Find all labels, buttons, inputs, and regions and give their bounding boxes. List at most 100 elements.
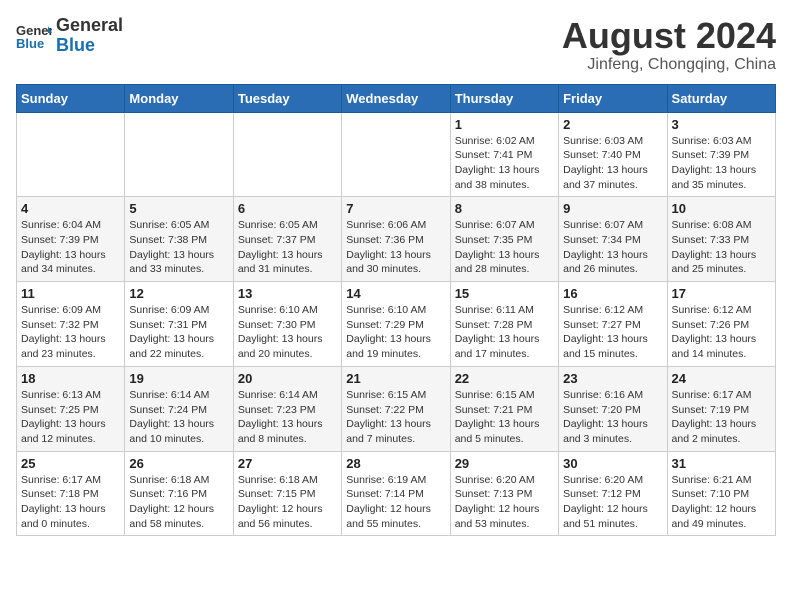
calendar-table: SundayMondayTuesdayWednesdayThursdayFrid… [16, 84, 776, 537]
calendar-subtitle: Jinfeng, Chongqing, China [562, 56, 776, 74]
day-number: 20 [238, 371, 337, 386]
day-number: 10 [672, 201, 771, 216]
day-number: 22 [455, 371, 554, 386]
day-number: 28 [346, 456, 445, 471]
day-number: 4 [21, 201, 120, 216]
day-info: Sunrise: 6:10 AM Sunset: 7:29 PM Dayligh… [346, 303, 445, 362]
day-info: Sunrise: 6:04 AM Sunset: 7:39 PM Dayligh… [21, 218, 120, 277]
calendar-cell: 30 Sunrise: 6:20 AM Sunset: 7:12 PM Dayli… [559, 451, 667, 536]
calendar-cell: 13 Sunrise: 6:10 AM Sunset: 7:30 PM Dayli… [233, 282, 341, 367]
day-number: 31 [672, 456, 771, 471]
day-number: 1 [455, 117, 554, 132]
calendar-cell: 7 Sunrise: 6:06 AM Sunset: 7:36 PM Daylig… [342, 197, 450, 282]
title-area: August 2024 Jinfeng, Chongqing, China [562, 16, 776, 74]
calendar-cell: 12Sunrise: 6:09 AM Sunset: 7:31 PM Dayli… [125, 282, 233, 367]
day-info: Sunrise: 6:21 AM Sunset: 7:10 PM Dayligh… [672, 473, 771, 532]
calendar-cell: 4 Sunrise: 6:04 AM Sunset: 7:39 PM Daylig… [17, 197, 125, 282]
day-number: 27 [238, 456, 337, 471]
logo-general-text: General [56, 15, 123, 35]
calendar-cell: 24 Sunrise: 6:17 AM Sunset: 7:19 PM Dayli… [667, 366, 775, 451]
day-number: 30 [563, 456, 662, 471]
calendar-cell [233, 112, 341, 197]
day-number: 23 [563, 371, 662, 386]
logo-icon: General Blue [16, 21, 52, 51]
day-info: Sunrise: 6:18 AM Sunset: 7:15 PM Dayligh… [238, 473, 337, 532]
week-row-4: 18Sunrise: 6:13 AM Sunset: 7:25 PM Dayli… [17, 366, 776, 451]
day-info: Sunrise: 6:15 AM Sunset: 7:22 PM Dayligh… [346, 388, 445, 447]
day-info: Sunrise: 6:12 AM Sunset: 7:27 PM Dayligh… [563, 303, 662, 362]
calendar-cell: 19Sunrise: 6:14 AM Sunset: 7:24 PM Dayli… [125, 366, 233, 451]
day-info: Sunrise: 6:14 AM Sunset: 7:23 PM Dayligh… [238, 388, 337, 447]
day-number: 29 [455, 456, 554, 471]
day-info: Sunrise: 6:17 AM Sunset: 7:18 PM Dayligh… [21, 473, 120, 532]
day-info: Sunrise: 6:18 AM Sunset: 7:16 PM Dayligh… [129, 473, 228, 532]
calendar-cell: 31 Sunrise: 6:21 AM Sunset: 7:10 PM Dayli… [667, 451, 775, 536]
calendar-cell: 20 Sunrise: 6:14 AM Sunset: 7:23 PM Dayli… [233, 366, 341, 451]
day-number: 8 [455, 201, 554, 216]
day-info: Sunrise: 6:16 AM Sunset: 7:20 PM Dayligh… [563, 388, 662, 447]
calendar-cell: 21 Sunrise: 6:15 AM Sunset: 7:22 PM Dayli… [342, 366, 450, 451]
day-info: Sunrise: 6:03 AM Sunset: 7:39 PM Dayligh… [672, 134, 771, 193]
calendar-body: 1Sunrise: 6:02 AM Sunset: 7:41 PM Daylig… [17, 112, 776, 536]
day-number: 7 [346, 201, 445, 216]
weekday-header-thursday: Thursday [450, 84, 558, 112]
calendar-cell: 5 Sunrise: 6:05 AM Sunset: 7:38 PM Daylig… [125, 197, 233, 282]
calendar-cell: 28 Sunrise: 6:19 AM Sunset: 7:14 PM Dayli… [342, 451, 450, 536]
weekday-header-tuesday: Tuesday [233, 84, 341, 112]
calendar-cell: 3 Sunrise: 6:03 AM Sunset: 7:39 PM Daylig… [667, 112, 775, 197]
day-number: 9 [563, 201, 662, 216]
day-number: 11 [21, 286, 120, 301]
calendar-cell: 17Sunrise: 6:12 AM Sunset: 7:26 PM Dayli… [667, 282, 775, 367]
calendar-cell: 9Sunrise: 6:07 AM Sunset: 7:34 PM Daylig… [559, 197, 667, 282]
week-row-5: 25 Sunrise: 6:17 AM Sunset: 7:18 PM Dayli… [17, 451, 776, 536]
calendar-cell: 18Sunrise: 6:13 AM Sunset: 7:25 PM Dayli… [17, 366, 125, 451]
calendar-cell [125, 112, 233, 197]
calendar-title: August 2024 [562, 16, 776, 56]
calendar-cell: 29 Sunrise: 6:20 AM Sunset: 7:13 PM Dayli… [450, 451, 558, 536]
day-info: Sunrise: 6:11 AM Sunset: 7:28 PM Dayligh… [455, 303, 554, 362]
day-info: Sunrise: 6:09 AM Sunset: 7:31 PM Dayligh… [129, 303, 228, 362]
calendar-cell: 10 Sunrise: 6:08 AM Sunset: 7:33 PM Dayli… [667, 197, 775, 282]
day-info: Sunrise: 6:06 AM Sunset: 7:36 PM Dayligh… [346, 218, 445, 277]
weekday-header-row: SundayMondayTuesdayWednesdayThursdayFrid… [17, 84, 776, 112]
day-info: Sunrise: 6:03 AM Sunset: 7:40 PM Dayligh… [563, 134, 662, 193]
day-info: Sunrise: 6:05 AM Sunset: 7:38 PM Dayligh… [129, 218, 228, 277]
calendar-cell: 16 Sunrise: 6:12 AM Sunset: 7:27 PM Dayli… [559, 282, 667, 367]
page-header: General Blue General Blue August 2024 Ji… [16, 16, 776, 74]
day-info: Sunrise: 6:20 AM Sunset: 7:13 PM Dayligh… [455, 473, 554, 532]
day-info: Sunrise: 6:17 AM Sunset: 7:19 PM Dayligh… [672, 388, 771, 447]
day-number: 15 [455, 286, 554, 301]
week-row-3: 11 Sunrise: 6:09 AM Sunset: 7:32 PM Dayli… [17, 282, 776, 367]
calendar-cell: 1Sunrise: 6:02 AM Sunset: 7:41 PM Daylig… [450, 112, 558, 197]
day-number: 2 [563, 117, 662, 132]
day-info: Sunrise: 6:08 AM Sunset: 7:33 PM Dayligh… [672, 218, 771, 277]
calendar-cell: 14 Sunrise: 6:10 AM Sunset: 7:29 PM Dayli… [342, 282, 450, 367]
day-info: Sunrise: 6:09 AM Sunset: 7:32 PM Dayligh… [21, 303, 120, 362]
calendar-cell: 2 Sunrise: 6:03 AM Sunset: 7:40 PM Daylig… [559, 112, 667, 197]
day-number: 16 [563, 286, 662, 301]
day-number: 19 [129, 371, 228, 386]
day-info: Sunrise: 6:19 AM Sunset: 7:14 PM Dayligh… [346, 473, 445, 532]
day-number: 26 [129, 456, 228, 471]
day-info: Sunrise: 6:13 AM Sunset: 7:25 PM Dayligh… [21, 388, 120, 447]
day-number: 5 [129, 201, 228, 216]
calendar-cell: 23 Sunrise: 6:16 AM Sunset: 7:20 PM Dayli… [559, 366, 667, 451]
day-number: 25 [21, 456, 120, 471]
calendar-cell: 22Sunrise: 6:15 AM Sunset: 7:21 PM Dayli… [450, 366, 558, 451]
week-row-1: 1Sunrise: 6:02 AM Sunset: 7:41 PM Daylig… [17, 112, 776, 197]
day-number: 3 [672, 117, 771, 132]
day-number: 21 [346, 371, 445, 386]
calendar-cell: 6Sunrise: 6:05 AM Sunset: 7:37 PM Daylig… [233, 197, 341, 282]
day-info: Sunrise: 6:10 AM Sunset: 7:30 PM Dayligh… [238, 303, 337, 362]
day-info: Sunrise: 6:07 AM Sunset: 7:35 PM Dayligh… [455, 218, 554, 277]
weekday-header-saturday: Saturday [667, 84, 775, 112]
week-row-2: 4 Sunrise: 6:04 AM Sunset: 7:39 PM Daylig… [17, 197, 776, 282]
day-info: Sunrise: 6:20 AM Sunset: 7:12 PM Dayligh… [563, 473, 662, 532]
logo: General Blue General Blue [16, 16, 123, 56]
day-number: 14 [346, 286, 445, 301]
day-number: 13 [238, 286, 337, 301]
weekday-header-monday: Monday [125, 84, 233, 112]
weekday-header-sunday: Sunday [17, 84, 125, 112]
day-number: 24 [672, 371, 771, 386]
calendar-cell: 15 Sunrise: 6:11 AM Sunset: 7:28 PM Dayli… [450, 282, 558, 367]
